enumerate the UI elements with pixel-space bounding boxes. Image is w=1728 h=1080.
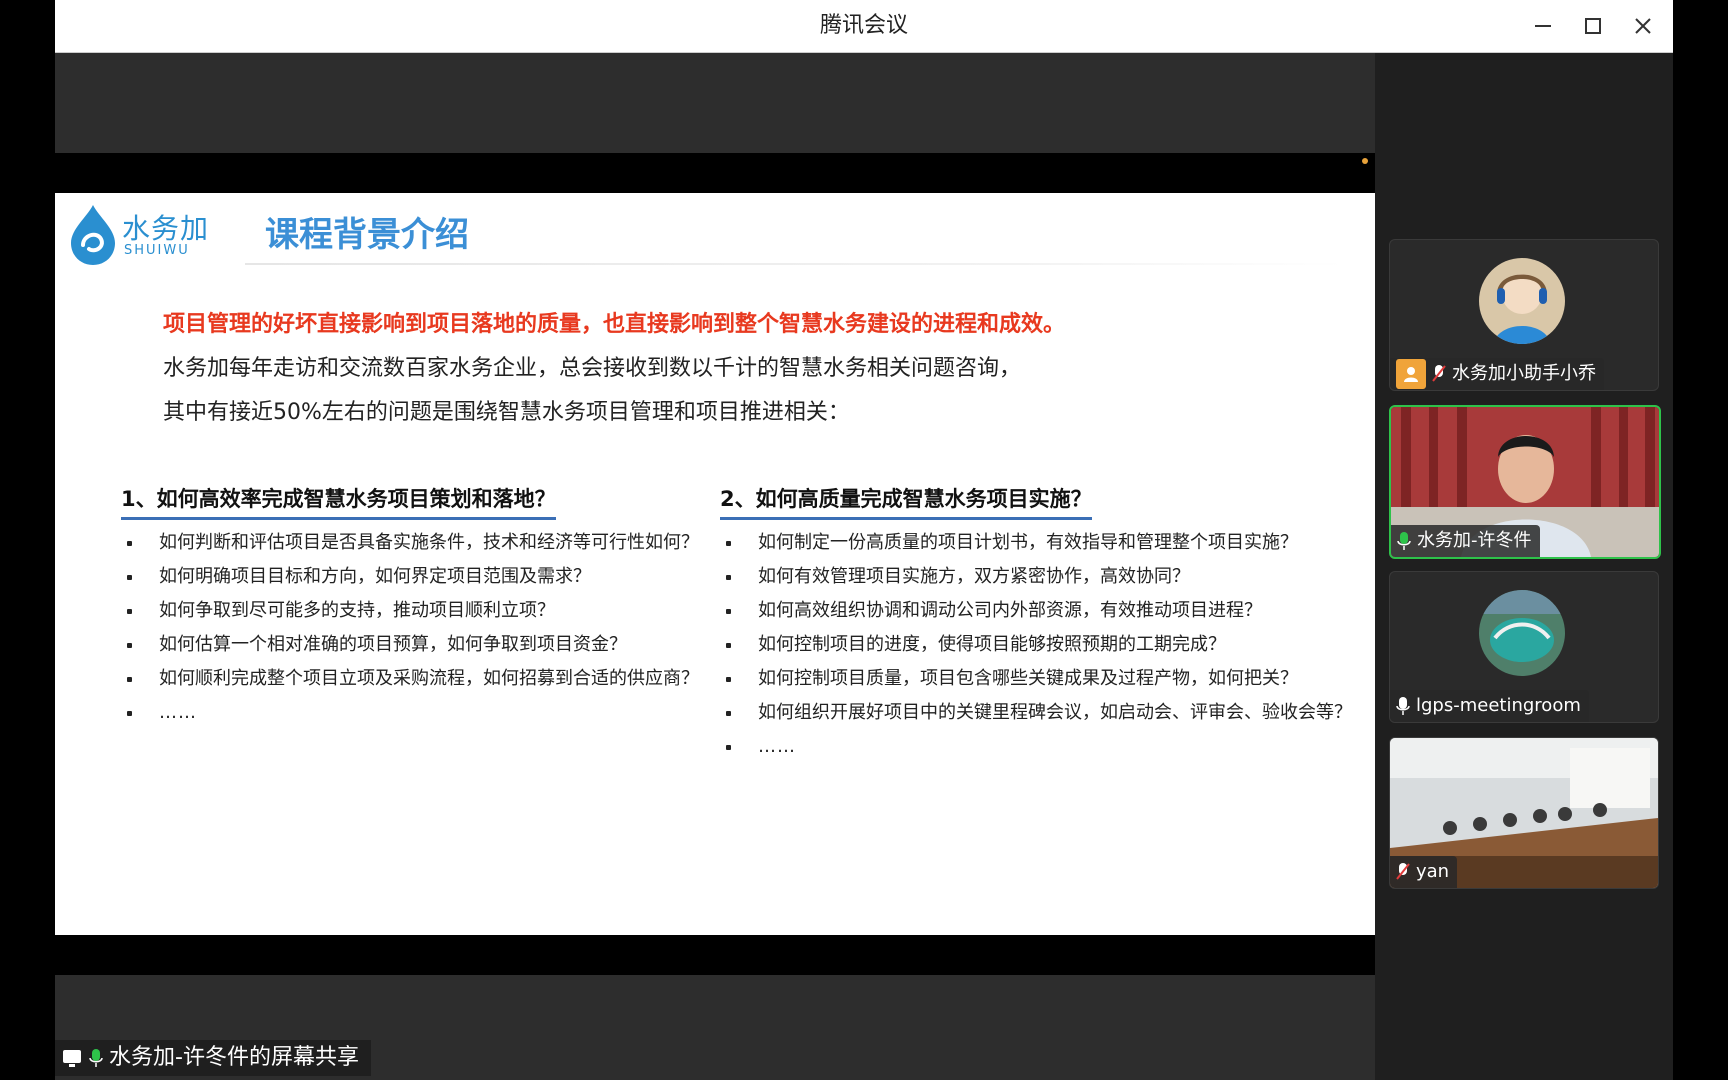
right-question-column: 2、如何高质量完成智慧水务项目实施？ 如何制定一份高质量的项目计划书，有效指导和… [720, 483, 1360, 764]
window-title: 腾讯会议 [819, 13, 908, 38]
intro-line-highlight: 项目管理的好坏直接影响到项目落地的质量，也直接影响到整个智慧水务建设的进程和成效… [163, 312, 1066, 337]
close-button[interactable] [1623, 8, 1663, 44]
maximize-icon [1585, 18, 1601, 34]
left-column-heading: 1、如何高效率完成智慧水务项目策划和落地？ [121, 483, 556, 520]
title-bar: 腾讯会议 [55, 0, 1673, 53]
presentation-slide: 水务加 SHUIWU 课程背景介绍 项目管理的好坏直接影响到项目落地的质量，也直… [55, 193, 1375, 935]
intro-line: 其中有接近50%左右的问题是围绕智慧水务项目管理和项目推进相关： [163, 400, 850, 425]
list-item-ellipsis: …… [720, 730, 1360, 764]
avatar-image [1479, 258, 1565, 344]
screen-share-owner: 水务加-许冬件的屏幕共享 [109, 1045, 359, 1070]
right-column-heading: 2、如何高质量完成智慧水务项目实施？ [720, 483, 1092, 520]
microphone-icon [89, 1049, 103, 1067]
list-item: 如何明确项目目标和方向，如何界定项目范围及需求？ [121, 560, 711, 594]
list-item: 如何组织开展好项目中的关键里程碑会议，如启动会、评审会、验收会等？ [720, 696, 1360, 730]
avatar-image [1479, 590, 1565, 676]
participant-tile[interactable]: lgps-meetingroom [1389, 571, 1659, 723]
microphone-active-icon [1397, 532, 1411, 550]
avatar [1479, 258, 1565, 344]
participant-name: yan [1416, 861, 1450, 882]
logo-chinese-text: 水务加 [122, 212, 210, 245]
minimize-icon [1535, 25, 1551, 27]
microphone-muted-icon [1432, 365, 1446, 382]
participant-name-bar: 水务加-许冬件 [1391, 525, 1540, 557]
logo-english-text: SHUIWU [124, 243, 190, 258]
intro-line: 水务加每年走访和交流数百家水务企业，总会接收到数以千计的智慧水务相关问题咨询， [163, 356, 1022, 381]
participant-tile[interactable]: 水务加小助手小乔 [1389, 239, 1659, 391]
shared-screen-area[interactable]: 水务加 SHUIWU 课程背景介绍 项目管理的好坏直接影响到项目落地的质量，也直… [55, 53, 1375, 1080]
list-item: 如何控制项目质量，项目包含哪些关键成果及过程产物，如何把关？ [720, 662, 1360, 696]
list-item: 如何判断和评估项目是否具备实施条件，技术和经济等可行性如何？ [121, 526, 711, 560]
list-item: 如何争取到尽可能多的支持，推动项目顺利立项？ [121, 594, 711, 628]
participant-name: 水务加-许冬件 [1417, 530, 1532, 551]
letterbox-bottom [55, 935, 1375, 975]
list-item: 如何高效组织协调和调动公司内外部资源，有效推动项目进程？ [720, 594, 1360, 628]
intro-paragraph: 项目管理的好坏直接影响到项目落地的质量，也直接影响到整个智慧水务建设的进程和成效… [163, 303, 1313, 435]
host-icon [1396, 359, 1426, 389]
slide-title: 课程背景介绍 [265, 215, 469, 255]
minimize-button[interactable] [1523, 8, 1563, 44]
meeting-window: 腾讯会议 水务加 SHUIWU 课程背景介绍 项目管理的好坏直接影响到项目落地的… [55, 0, 1673, 1080]
participant-name: 水务加小助手小乔 [1452, 363, 1596, 384]
list-item: 如何有效管理项目实施方，双方紧密协作，高效协同？ [720, 560, 1360, 594]
participant-tile[interactable]: yan [1389, 737, 1659, 889]
avatar [1479, 590, 1565, 676]
list-item: 如何顺利完成整个项目立项及采购流程，如何招募到合适的供应商？ [121, 662, 711, 696]
screen-share-label: 水务加-许冬件的屏幕共享 [55, 1040, 371, 1076]
left-question-list: 如何判断和评估项目是否具备实施条件，技术和经济等可行性如何？ 如何明确项目目标和… [121, 526, 711, 730]
microphone-muted-icon [1396, 863, 1410, 880]
maximize-button[interactable] [1573, 8, 1613, 44]
list-item-ellipsis: …… [121, 696, 711, 730]
left-question-column: 1、如何高效率完成智慧水务项目策划和落地？ 如何判断和评估项目是否具备实施条件，… [121, 483, 711, 730]
microphone-icon [1396, 697, 1410, 715]
participant-name-bar: yan [1390, 856, 1458, 888]
water-drop-logo-icon [71, 205, 115, 265]
title-divider [245, 263, 1345, 265]
list-item: 如何估算一个相对准确的项目预算，如何争取到项目资金？ [121, 628, 711, 662]
letterbox-top [55, 153, 1375, 193]
screen-share-icon [63, 1050, 81, 1067]
close-icon [1635, 18, 1651, 34]
participant-name-bar: 水务加小助手小乔 [1390, 358, 1604, 390]
right-question-list: 如何制定一份高质量的项目计划书，有效指导和管理整个项目实施？ 如何有效管理项目实… [720, 526, 1360, 764]
shuiwu-logo: 水务加 SHUIWU [67, 199, 227, 269]
participant-sidebar: 水务加小助手小乔 水务加-许冬件 lgps-meetingroom yan [1375, 53, 1673, 1080]
list-item: 如何控制项目的进度，使得项目能够按照预期的工期完成？ [720, 628, 1360, 662]
indicator-dot [1362, 158, 1368, 164]
participant-tile-speaking[interactable]: 水务加-许冬件 [1389, 405, 1661, 559]
list-item: 如何制定一份高质量的项目计划书，有效指导和管理整个项目实施？ [720, 526, 1360, 560]
participant-name-bar: lgps-meetingroom [1390, 690, 1589, 722]
participant-name: lgps-meetingroom [1416, 695, 1581, 716]
